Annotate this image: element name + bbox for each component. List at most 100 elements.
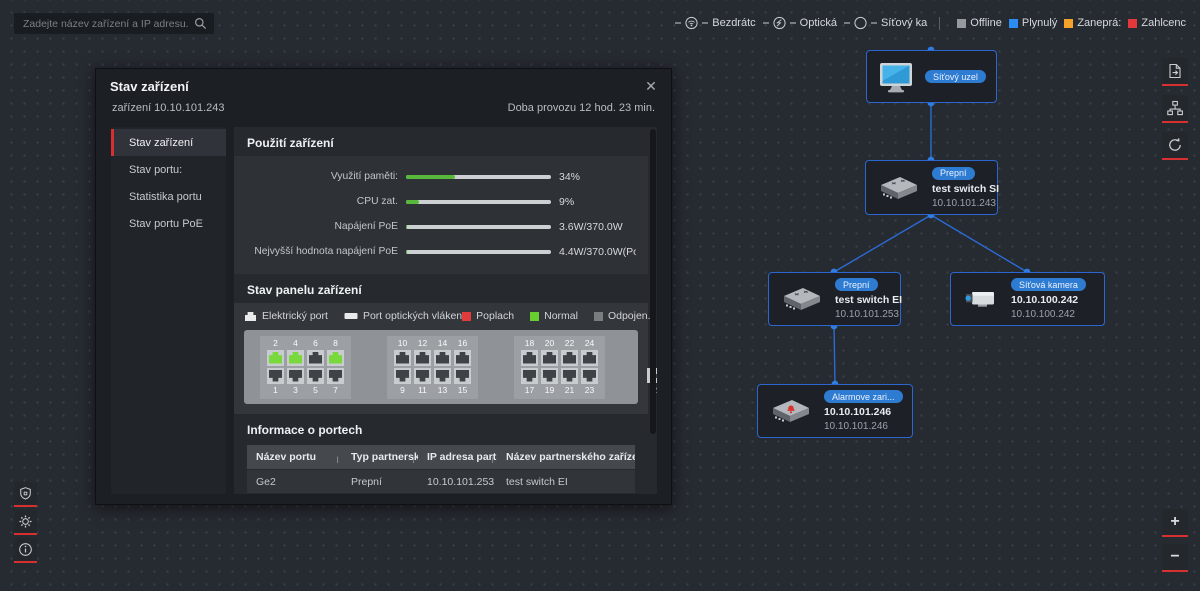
port-4[interactable] [287, 349, 304, 366]
topology-node-test-switch-ei[interactable]: Prepní test switch EI 10.10.101.253 [768, 272, 902, 326]
port-7[interactable] [327, 367, 344, 384]
port-type-label: Port optických vláken [362, 310, 463, 322]
gear-button[interactable] [14, 510, 37, 535]
port-15[interactable] [454, 367, 471, 384]
port-number: 23 [584, 384, 595, 395]
legend-link-label: Síťový ka [880, 17, 928, 29]
meter-value: 3.6W/370.0W [559, 220, 623, 233]
topology-node-10-10-101-246[interactable]: Alarmove zari... 10.10.101.246 10.10.101.2… [757, 384, 913, 438]
topology-icon [1166, 99, 1184, 117]
port-5[interactable] [307, 367, 324, 384]
optical-port-icon [344, 311, 358, 321]
port-20[interactable] [541, 349, 558, 366]
port-number: 24 [584, 337, 595, 348]
node-ip: 10.10.101.253 [835, 309, 899, 320]
port-type-item: Port optických vláken [344, 310, 462, 322]
optical-link-icon [762, 16, 796, 30]
topology-button[interactable] [1162, 95, 1188, 123]
usage-meter: Nejvyšší hodnota napájení PoE 4.4W/370.0W… [246, 239, 636, 264]
legend-link-type: Optická [762, 16, 837, 30]
table-header-cell: IP adresa partne...| [418, 451, 497, 463]
port-1[interactable] [267, 367, 284, 384]
legend-status-label: Plynulý [1021, 17, 1058, 29]
zoom-out-button[interactable]: − [1162, 544, 1188, 572]
table-header-cell: Název portu | [247, 451, 342, 463]
port-status-label: Odpojen. [607, 310, 651, 322]
uptime-label: Doba provozu 12 hod. 23 min. [507, 102, 655, 114]
port-status-legend: Poplach Normal Odpojen. [462, 310, 651, 322]
port-number: 19 [544, 384, 555, 395]
usage-meter: Napájení PoE 3.6W/370.0W [246, 214, 636, 239]
port-21[interactable] [561, 367, 578, 384]
usage-meter: Využití paměti: 34% [246, 164, 636, 189]
export-button[interactable] [1162, 58, 1188, 86]
node-info: Síťový uzel [925, 70, 986, 83]
port-status-item: Poplach [462, 310, 514, 322]
close-icon[interactable]: ✕ [641, 76, 661, 96]
port-14[interactable] [434, 349, 451, 366]
search-icon[interactable] [194, 17, 207, 30]
sidebar-item-stav-za-zen-[interactable]: Stav zařízení [111, 129, 226, 156]
port-6[interactable] [307, 349, 324, 366]
port-number: 11 [418, 384, 427, 395]
node-info: Prepní test switch EI 10.10.101.253 [835, 278, 902, 320]
meter-fill [406, 199, 420, 204]
camera-icon [961, 283, 1001, 315]
port-2[interactable] [267, 349, 284, 366]
column-divider: | [412, 455, 415, 463]
refresh-icon [1166, 136, 1184, 154]
legend-link-label: Bezdrátc [712, 17, 756, 29]
port-22[interactable] [561, 349, 578, 366]
port-16[interactable] [454, 349, 471, 366]
column-divider: | [336, 455, 339, 463]
meter-value: 9% [559, 195, 575, 208]
alarm-switch-icon [768, 395, 814, 427]
shield-button[interactable] [14, 482, 37, 507]
port-13[interactable] [434, 367, 451, 384]
port-23[interactable] [581, 367, 598, 384]
port-number: 22 [564, 337, 575, 348]
topology-node-test-switch-si[interactable]: Prepní test switch SI 10.10.101.243 [865, 160, 999, 215]
port-19[interactable] [541, 367, 558, 384]
topology-node-10-10-100-242[interactable]: Síťová kamera 10.10.100.242 10.10.100.242 [950, 272, 1105, 326]
port-type-item: Elektrický port [244, 310, 328, 322]
search-input[interactable]: Zadejte název zařízení a IP adresu. [14, 13, 214, 34]
port-18[interactable] [521, 349, 538, 366]
port-number: 13 [437, 384, 448, 395]
meter-fill [406, 224, 408, 229]
content-scrollbar[interactable] [650, 129, 656, 492]
zoom-in-button[interactable]: + [1162, 509, 1188, 537]
status-swatch [1064, 18, 1074, 28]
sidebar-item-stav-portu-poe[interactable]: Stav portu PoE [111, 210, 226, 237]
port-3[interactable] [287, 367, 304, 384]
sidebar-item-statistika-portu[interactable]: Statistika portu [111, 183, 226, 210]
node-info: Prepní test switch SI 10.10.101.243 [932, 166, 999, 209]
port-24[interactable] [581, 349, 598, 366]
topology-node-s-ov-uzel[interactable]: Síťový uzel [866, 50, 997, 103]
scrollbar-thumb[interactable] [650, 129, 656, 434]
port-10[interactable] [394, 349, 411, 366]
sidebar-item-stav-portu-[interactable]: Stav portu: [111, 156, 226, 183]
port-number: 21 [564, 384, 575, 395]
port-9[interactable] [394, 367, 411, 384]
network-cable-link-icon [843, 16, 877, 30]
meter-fill [406, 249, 408, 254]
port-number: 6 [313, 337, 318, 348]
port-status-item: Odpojen. [593, 310, 651, 322]
port-17[interactable] [521, 367, 538, 384]
legend-status: Plynulý [1008, 17, 1058, 29]
node-type-badge: Alarmove zari... [824, 390, 903, 403]
node-type-badge: Prepní [932, 166, 975, 180]
gear-icon [18, 514, 33, 529]
port-status-item: Normal [530, 310, 578, 322]
port-11[interactable] [414, 367, 431, 384]
port-group: 10 12 14 16 9 11 13 15 [387, 335, 478, 399]
node-type-badge: Prepní [835, 278, 878, 291]
port-12[interactable] [414, 349, 431, 366]
device-panel-section: Elektrický port Port optických vláken Popl… [234, 303, 657, 414]
port-8[interactable] [327, 349, 344, 366]
wireless-link-icon [675, 16, 709, 30]
refresh-button[interactable] [1162, 132, 1188, 160]
info-button[interactable] [14, 538, 37, 563]
node-type-badge: Síťová kamera [1011, 278, 1086, 291]
